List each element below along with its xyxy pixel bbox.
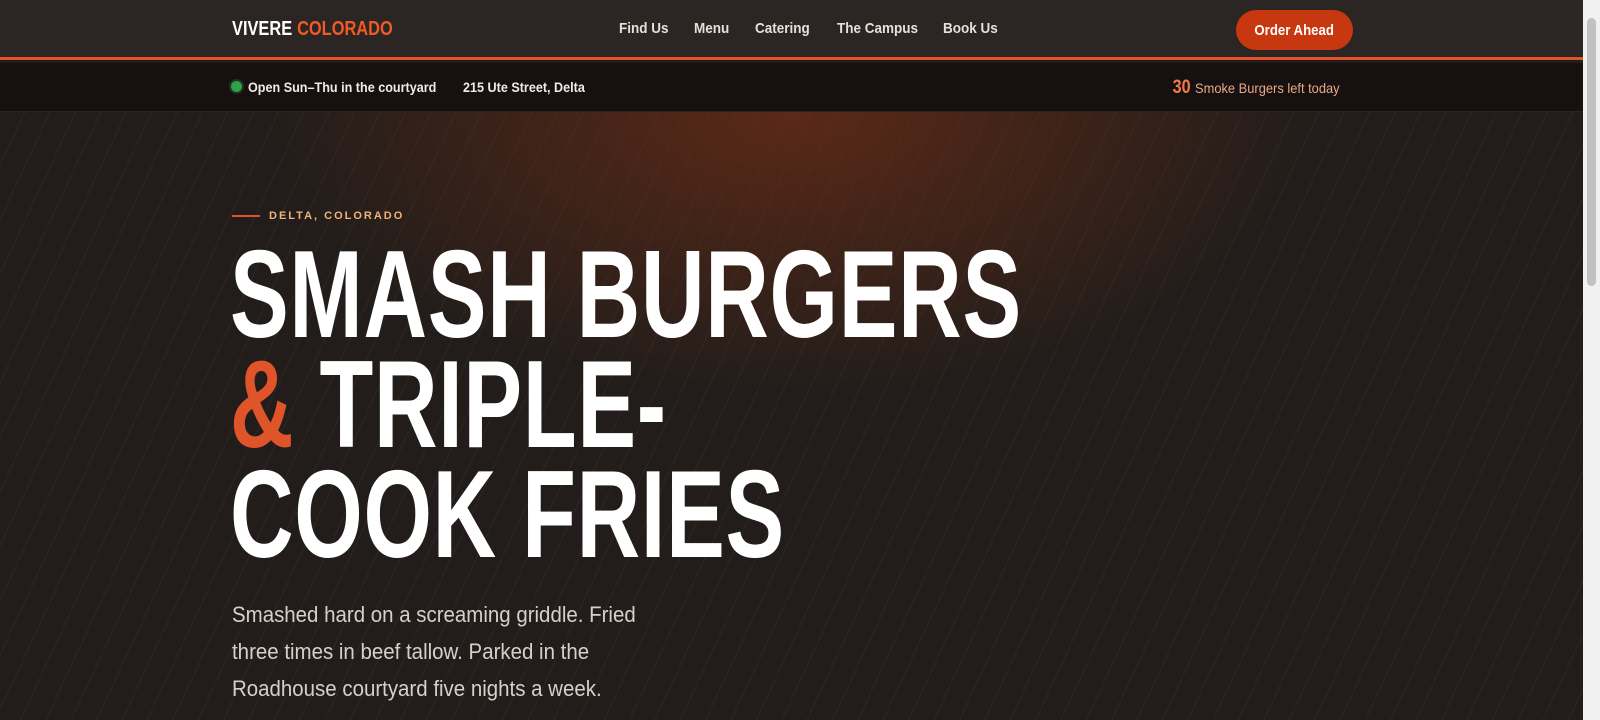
headline-line-1: SMASH BURGERS: [230, 226, 1022, 364]
page-scrollbar[interactable]: [1583, 0, 1600, 720]
nav-link-catering[interactable]: Catering: [755, 20, 810, 37]
eyebrow-rule: [232, 215, 260, 217]
stock-label: Smoke Burgers left today: [1194, 80, 1340, 96]
scrollbar-thumb[interactable]: [1587, 18, 1596, 286]
brand-name-second: COLORADO: [297, 18, 393, 40]
nav-link-find-us[interactable]: Find Us: [619, 20, 669, 37]
nav-link-book-us[interactable]: Book Us: [943, 20, 998, 37]
stock-count: 30: [1172, 77, 1191, 98]
hero-eyebrow: DELTA, COLORADO: [232, 210, 404, 222]
nav-link-menu[interactable]: Menu: [694, 20, 729, 37]
hero-description: Smashed hard on a screaming griddle. Fri…: [232, 602, 636, 701]
headline-line-2: & TRIPLE-: [230, 343, 1022, 467]
info-bar: Open Sun–Thu in the courtyard 215 Ute St…: [0, 63, 1583, 112]
top-navigation: VIVERE COLORADO Find Us Menu Catering The…: [0, 0, 1583, 60]
hours-text: Open Sun–Thu in the courtyard: [248, 79, 437, 95]
hero-headline: SMASH BURGERS & TRIPLE- COOK FRIES: [230, 226, 1022, 584]
order-ahead-button[interactable]: Order Ahead: [1236, 10, 1353, 50]
stock-counter: 30 Smoke Burgers left today: [1171, 77, 1352, 99]
headline-line-3: COOK FRIES: [230, 446, 785, 584]
open-status-dot-icon: [231, 81, 242, 92]
order-ahead-label: Order Ahead: [1254, 21, 1335, 39]
address-text: 215 Ute Street, Delta: [463, 79, 585, 95]
hero-section: DELTA, COLORADO SMASH BURGERS & TRIPLE- …: [0, 112, 1583, 720]
page: VIVERE COLORADO Find Us Menu Catering The…: [0, 0, 1583, 720]
brand-name-first: VIVERE: [232, 18, 293, 40]
brand-logo[interactable]: VIVERE COLORADO: [232, 18, 393, 41]
eyebrow-location: DELTA, COLORADO: [269, 210, 405, 222]
nav-link-the-campus[interactable]: The Campus: [837, 20, 918, 37]
